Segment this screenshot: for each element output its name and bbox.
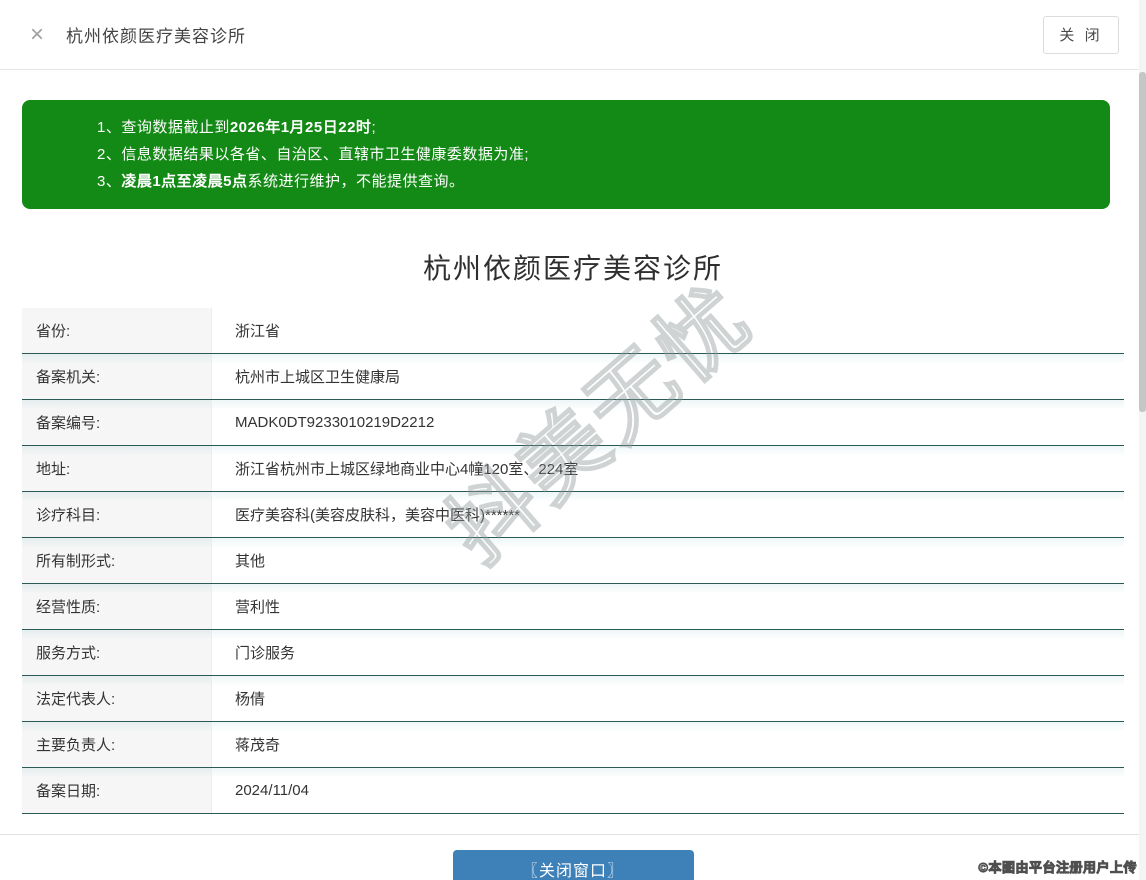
table-row-treatment-subjects: 诊疗科目: 医疗美容科(美容皮肤科，美容中医科)****** [22, 492, 1124, 538]
detail-table: 省份: 浙江省 备案机关: 杭州市上城区卫生健康局 备案编号: MADK0DT9… [22, 308, 1124, 814]
row-label: 地址: [22, 446, 212, 491]
notice-item-1-text: 1、查询数据截止到 [97, 119, 230, 136]
row-label: 备案日期: [22, 768, 212, 813]
table-row-legal-representative: 法定代表人: 杨倩 [22, 676, 1124, 722]
row-value: 蒋茂奇 [212, 722, 1124, 767]
row-label: 法定代表人: [22, 676, 212, 721]
row-label: 备案编号: [22, 400, 212, 445]
row-label: 所有制形式: [22, 538, 212, 583]
table-row-filing-date: 备案日期: 2024/11/04 [22, 768, 1124, 814]
table-row-service-mode: 服务方式: 门诊服务 [22, 630, 1124, 676]
scrollbar-thumb[interactable] [1139, 72, 1146, 412]
notice-box: 1、查询数据截止到2026年1月25日22时; 2、信息数据结果以各省、自治区、… [22, 100, 1110, 209]
row-label: 诊疗科目: [22, 492, 212, 537]
upload-attribution-watermark: ©本图由平台注册用户上传 [978, 857, 1137, 876]
close-button[interactable]: 关 闭 [1043, 16, 1119, 54]
notice-item-3-bold: 凌晨1点至凌晨5点 [121, 173, 247, 190]
table-row-filing-number: 备案编号: MADK0DT9233010219D2212 [22, 400, 1124, 446]
table-row-ownership-form: 所有制形式: 其他 [22, 538, 1124, 584]
notice-item-1-bold: 2026年1月25日22时 [230, 119, 372, 136]
row-value: 营利性 [212, 584, 1124, 629]
row-value: 浙江省 [212, 308, 1124, 353]
window-title: 杭州依颜医疗美容诊所 [66, 22, 246, 47]
row-value: MADK0DT9233010219D2212 [212, 400, 1124, 445]
table-row-main-responsible-person: 主要负责人: 蒋茂奇 [22, 722, 1124, 768]
row-value: 杨倩 [212, 676, 1124, 721]
row-value: 医疗美容科(美容皮肤科，美容中医科)****** [212, 492, 1124, 537]
table-row-address: 地址: 浙江省杭州市上城区绿地商业中心4幢120室、224室 [22, 446, 1124, 492]
window-titlebar: × 杭州依颜医疗美容诊所 关 闭 [0, 0, 1146, 70]
page-title: 杭州依颜医疗美容诊所 [0, 247, 1146, 287]
notice-item-2-text: 2、信息数据结果以各省、自治区、直辖市卫生健康委数据为准; [97, 146, 529, 163]
table-row-province: 省份: 浙江省 [22, 308, 1124, 354]
notice-item-3-text: 3、 [97, 173, 121, 190]
row-label: 省份: [22, 308, 212, 353]
row-label: 主要负责人: [22, 722, 212, 767]
close-window-button[interactable]: 〖关闭窗口〗 [453, 850, 694, 880]
bottom-divider [0, 834, 1146, 835]
close-x-icon[interactable]: × [30, 23, 44, 47]
notice-item-3-suffix: 系统进行维护，不能提供查询。 [248, 173, 465, 190]
notice-item-2: 2、信息数据结果以各省、自治区、直辖市卫生健康委数据为准; [97, 141, 1090, 168]
notice-item-3: 3、凌晨1点至凌晨5点系统进行维护，不能提供查询。 [97, 168, 1090, 195]
notice-item-1: 1、查询数据截止到2026年1月25日22时; [97, 114, 1090, 141]
row-label: 服务方式: [22, 630, 212, 675]
row-value: 门诊服务 [212, 630, 1124, 675]
row-label: 经营性质: [22, 584, 212, 629]
notice-item-1-suffix: ; [371, 119, 376, 136]
footer-actions: 〖关闭窗口〗 [0, 850, 1146, 880]
row-value: 其他 [212, 538, 1124, 583]
table-row-business-nature: 经营性质: 营利性 [22, 584, 1124, 630]
row-label: 备案机关: [22, 354, 212, 399]
row-value: 浙江省杭州市上城区绿地商业中心4幢120室、224室 [212, 446, 1124, 491]
row-value: 2024/11/04 [212, 768, 1124, 813]
vertical-scrollbar[interactable] [1139, 0, 1146, 880]
table-row-filing-authority: 备案机关: 杭州市上城区卫生健康局 [22, 354, 1124, 400]
row-value: 杭州市上城区卫生健康局 [212, 354, 1124, 399]
